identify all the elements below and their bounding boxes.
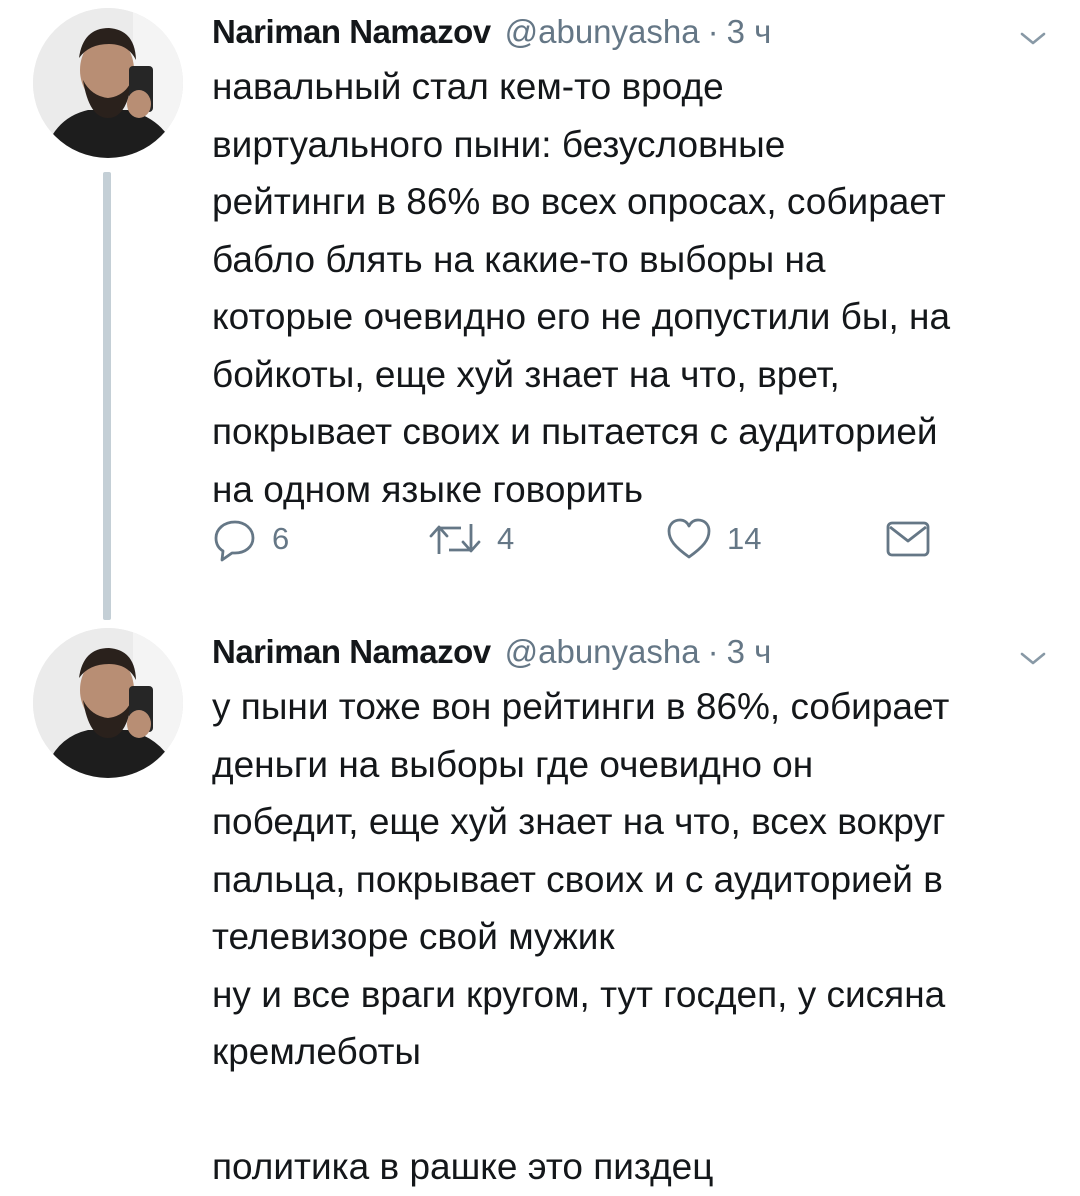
heart-icon <box>667 518 711 559</box>
tweet-header: Nariman Namazov @abunyasha · 3 ч <box>212 630 1050 674</box>
tweet-text: у пыни тоже вон рейтинги в 86%, собирает… <box>212 678 1050 1196</box>
tweet-text-line: которые очевидно его не допустили бы, на <box>212 296 951 337</box>
thread-connector-line <box>103 172 111 620</box>
reply-count: 6 <box>272 521 290 556</box>
tweet-timestamp[interactable]: 3 ч <box>727 10 772 54</box>
tweet-content: Nariman Namazov @abunyasha · 3 ч навальн… <box>212 10 1050 518</box>
retweet-count: 4 <box>497 521 515 556</box>
chevron-down-icon[interactable] <box>1018 648 1048 668</box>
tweet-text-line: виртуального пыни: безусловные <box>212 123 786 165</box>
tweet-text-line: ну и все враги кругом, тут госдеп, у сис… <box>212 973 946 1015</box>
tweet-text: навальный стал кем-то вроде виртуального… <box>212 58 1050 518</box>
envelope-icon <box>886 521 930 557</box>
tweet-text-line: кремлеботы <box>212 1031 422 1072</box>
tweet-1[interactable]: Nariman Namazov @abunyasha · 3 ч навальн… <box>0 0 1080 620</box>
tweet-text-line: политика в рашке это пиздец <box>212 1146 714 1187</box>
reply-icon <box>214 520 255 562</box>
tweet-text-line: бойкоты, еще хуй знает на что, врет, <box>212 353 840 395</box>
tweet-text-line: навальный стал кем-то вроде <box>212 66 724 107</box>
header-separator: · <box>707 13 719 50</box>
header-separator: · <box>707 633 719 670</box>
tweet-text-line: победит, еще хуй знает на что, всех вокр… <box>212 801 946 842</box>
tweet-text-line: деньги на выборы где очевидно он <box>212 743 814 785</box>
tweet-2[interactable]: Nariman Namazov @abunyasha · 3 ч у пыни … <box>0 620 1080 1187</box>
retweet-button[interactable]: 4 <box>427 508 514 570</box>
author-handle[interactable]: @abunyasha <box>505 10 700 54</box>
chevron-down-icon[interactable] <box>1018 28 1048 48</box>
tweet-text-line: у пыни тоже вон рейтинги в 86%, собирает <box>212 686 950 727</box>
retweet-icon <box>429 524 481 554</box>
tweet-text-line: покрывает своих и пытается с аудиторией <box>212 411 938 452</box>
direct-message-button[interactable] <box>884 508 946 570</box>
reply-button[interactable]: 6 <box>212 508 289 570</box>
author-name[interactable]: Nariman Namazov <box>212 630 491 674</box>
tweet-content: Nariman Namazov @abunyasha · 3 ч у пыни … <box>212 630 1050 1196</box>
tweet-text-line: телевизоре свой мужик <box>212 916 615 957</box>
tweet-header: Nariman Namazov @abunyasha · 3 ч <box>212 10 1050 54</box>
tweet-text-line: бабло блять на какие-то выборы на <box>212 238 826 280</box>
avatar-photo <box>33 628 183 778</box>
tweet-actions: 6 4 14 <box>212 508 952 570</box>
like-count: 14 <box>727 521 762 556</box>
avatar-photo <box>33 8 183 158</box>
tweet-timestamp[interactable]: 3 ч <box>727 630 772 674</box>
author-handle[interactable]: @abunyasha <box>505 630 700 674</box>
avatar[interactable] <box>33 628 183 778</box>
avatar[interactable] <box>33 8 183 158</box>
like-button[interactable]: 14 <box>665 508 761 570</box>
author-name[interactable]: Nariman Namazov <box>212 10 491 54</box>
tweet-text-line: рейтинги в 86% во всех опросах, собирает <box>212 181 946 222</box>
tweet-text-line: пальца, покрывает своих и с аудиторией в <box>212 858 943 900</box>
